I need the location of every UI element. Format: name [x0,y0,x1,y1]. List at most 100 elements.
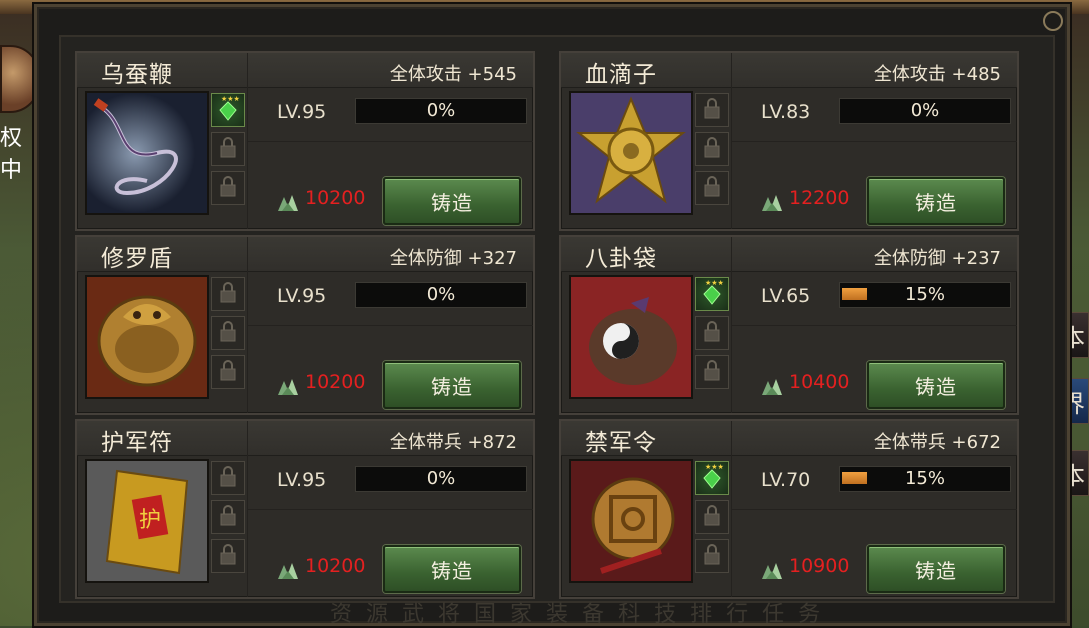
gem-slot-locked[interactable] [211,500,245,534]
gem-slot-locked[interactable] [695,132,729,166]
svg-text:★★★: ★★★ [705,279,724,287]
bottom-nav-item[interactable]: 武将 [402,602,474,627]
forge-cost: 10400 [789,371,850,393]
gem-slot-locked[interactable] [211,277,245,311]
forge-panel-inner: 乌蚕鞭 全体攻击 +545 ★★★ LV.95 0% 10200 铸造 血滴子 … [59,35,1055,603]
equipment-card: 护军符 全体带兵 +872 护 LV.95 0% 10200 铸造 [75,419,535,599]
forge-cost: 10200 [305,187,366,209]
gem-slots [695,93,729,210]
star-medallion-icon[interactable] [569,91,693,215]
bottom-nav-item[interactable]: 资源 [330,602,402,627]
forge-cost: 10200 [305,555,366,577]
lock-icon [218,281,238,307]
forge-button[interactable]: 铸造 [383,361,521,409]
progress-bar: 0% [839,98,1011,124]
svg-text:护: 护 [139,508,161,533]
forge-button[interactable]: 铸造 [867,361,1005,409]
bottom-nav-item[interactable]: 国家 [474,602,546,627]
equipment-name: 修罗盾 [101,246,173,272]
forge-cost: 12200 [789,187,850,209]
forge-button[interactable]: 铸造 [867,177,1005,225]
gem-slot-locked[interactable] [695,93,729,127]
lock-icon [218,504,238,530]
gem-icon: ★★★ [699,278,725,310]
equipment-name: 护军符 [101,430,173,456]
silver-ore-icon [759,559,785,585]
gem-slot-filled[interactable]: ★★★ [211,93,245,127]
lock-icon [702,175,722,201]
command-token-icon[interactable] [569,459,693,583]
gem-slot-locked[interactable] [211,461,245,495]
gem-slots [211,277,245,394]
equipment-level: LV.70 [761,469,811,491]
progress-text: 15% [904,468,945,489]
progress-text: 15% [904,284,945,305]
gem-slot-filled[interactable]: ★★★ [695,277,729,311]
equipment-level: LV.95 [277,285,327,307]
lock-icon [218,359,238,385]
progress-bar: 0% [355,98,527,124]
equipment-bonus: 全体带兵 +672 [873,432,1001,453]
equipment-bonus: 全体带兵 +872 [389,432,517,453]
forge-panel: 乌蚕鞭 全体攻击 +545 ★★★ LV.95 0% 10200 铸造 血滴子 … [34,4,1070,626]
equipment-card: 乌蚕鞭 全体攻击 +545 ★★★ LV.95 0% 10200 铸造 [75,51,535,231]
silver-ore-icon [275,559,301,585]
lock-icon [702,504,722,530]
lock-icon [702,97,722,123]
bagua-bag-icon[interactable] [569,275,693,399]
lock-icon [218,136,238,162]
bottom-nav-item[interactable]: 装备 [546,602,618,627]
forge-cost: 10900 [789,555,850,577]
gem-slot-locked[interactable] [211,539,245,573]
divider [731,325,1017,326]
shield-icon[interactable] [85,275,209,399]
equipment-card: 八卦袋 全体防御 +237 ★★★ LV.65 15% 10400 铸造 [559,235,1019,415]
equipment-name: 八卦袋 [585,246,657,272]
gem-slot-locked[interactable] [695,355,729,389]
svg-text:★★★: ★★★ [221,95,240,103]
progress-text: 0% [426,100,456,121]
divider [247,141,533,142]
divider [247,325,533,326]
gem-slot-locked[interactable] [695,316,729,350]
equipment-card: 血滴子 全体攻击 +485 LV.83 0% 12200 铸造 [559,51,1019,231]
gem-slot-locked[interactable] [695,171,729,205]
gem-slot-filled[interactable]: ★★★ [695,461,729,495]
gem-slot-locked[interactable] [211,316,245,350]
svg-text:★★★: ★★★ [705,463,724,471]
gem-slot-locked[interactable] [211,132,245,166]
bottom-nav-item[interactable]: 科技 [618,602,690,627]
equipment-name: 禁军令 [585,430,657,456]
divider [247,509,533,510]
lock-icon [702,136,722,162]
lock-icon [218,175,238,201]
gem-slot-locked[interactable] [211,171,245,205]
gem-slot-locked[interactable] [211,355,245,389]
progress-bar: 0% [355,282,527,308]
divider [731,509,1017,510]
divider [731,141,1017,142]
whip-icon[interactable] [85,91,209,215]
gem-slot-locked[interactable] [695,539,729,573]
forge-button[interactable]: 铸造 [867,545,1005,593]
equipment-bonus: 全体防御 +237 [873,248,1001,269]
forge-button[interactable]: 铸造 [383,177,521,225]
equipment-bonus: 全体防御 +327 [389,248,517,269]
silver-ore-icon [275,191,301,217]
bottom-nav-item[interactable]: 排行 [690,602,762,627]
gem-slots: ★★★ [695,461,729,578]
lock-icon [218,543,238,569]
gem-slots: ★★★ [695,277,729,394]
gem-slot-locked[interactable] [695,500,729,534]
equipment-level: LV.83 [761,101,811,123]
lock-icon [702,320,722,346]
gem-icon: ★★★ [699,462,725,494]
forge-button[interactable]: 铸造 [383,545,521,593]
progress-bar: 15% [839,282,1011,308]
talisman-icon[interactable]: 护 [85,459,209,583]
lock-icon [218,465,238,491]
bottom-nav-item[interactable]: 任务 [762,602,834,627]
progress-text: 0% [426,468,456,489]
equipment-bonus: 全体攻击 +545 [389,64,517,85]
left-edge-text: 权中 [0,126,23,183]
